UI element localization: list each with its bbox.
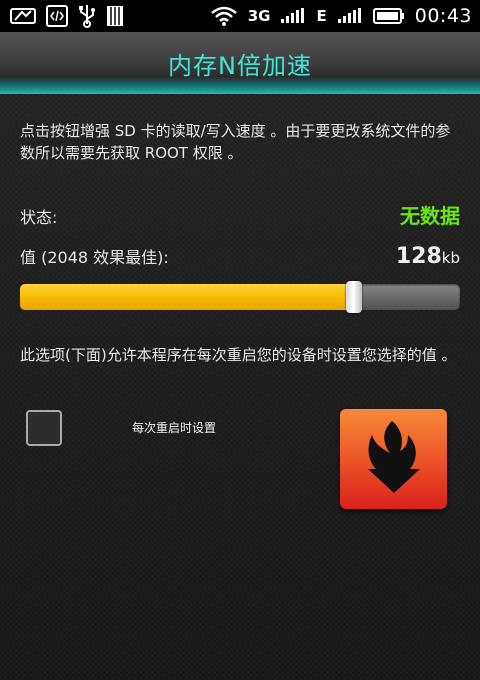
value-unit: kb xyxy=(441,249,460,267)
wifi-icon xyxy=(210,5,238,27)
signal-icon xyxy=(280,8,306,24)
value-readout: 128kb xyxy=(396,244,460,269)
screen-icon xyxy=(10,6,36,26)
status-value: 无数据 xyxy=(400,204,460,228)
network-e-label: E xyxy=(316,7,327,25)
status-label: 状态: xyxy=(20,208,58,227)
boost-button[interactable] xyxy=(340,409,447,509)
sd-card-icon xyxy=(106,5,124,27)
description-text: 点击按钮增强 SD 卡的读取/写入速度 。由于要更改系统文件的参数所以需要先获取… xyxy=(20,122,451,162)
page-title: 内存N倍加速 xyxy=(168,51,312,80)
signal-icon xyxy=(337,8,363,24)
set-on-boot-checkbox[interactable] xyxy=(26,410,62,446)
clock: 00:43 xyxy=(414,5,472,27)
status-bar: 3G E 00:43 xyxy=(0,0,480,32)
status-row: 状态: 无数据 xyxy=(20,200,460,229)
value-slider[interactable] xyxy=(20,281,460,313)
set-on-boot-label: 每次重启时设置 xyxy=(132,421,217,435)
usb-icon xyxy=(78,4,96,28)
value-row: 值 (2048 效果最佳): 128kb xyxy=(20,244,460,269)
title-bar: 内存N倍加速 xyxy=(0,32,480,94)
slider-fill xyxy=(20,284,354,310)
code-icon xyxy=(46,5,68,27)
battery-icon xyxy=(372,8,405,24)
option-description-text: 此选项(下面)允许本程序在每次重启您的设备时设置您选择的值 。 xyxy=(20,346,457,364)
network-3g-label: 3G xyxy=(247,7,271,25)
value-number: 128 xyxy=(395,244,442,269)
value-label: 值 (2048 效果最佳): xyxy=(20,248,169,267)
slider-thumb[interactable] xyxy=(346,281,362,313)
flame-arrow-icon xyxy=(362,417,426,501)
main-content: 点击按钮增强 SD 卡的读取/写入速度 。由于要更改系统文件的参数所以需要先获取… xyxy=(0,94,480,680)
